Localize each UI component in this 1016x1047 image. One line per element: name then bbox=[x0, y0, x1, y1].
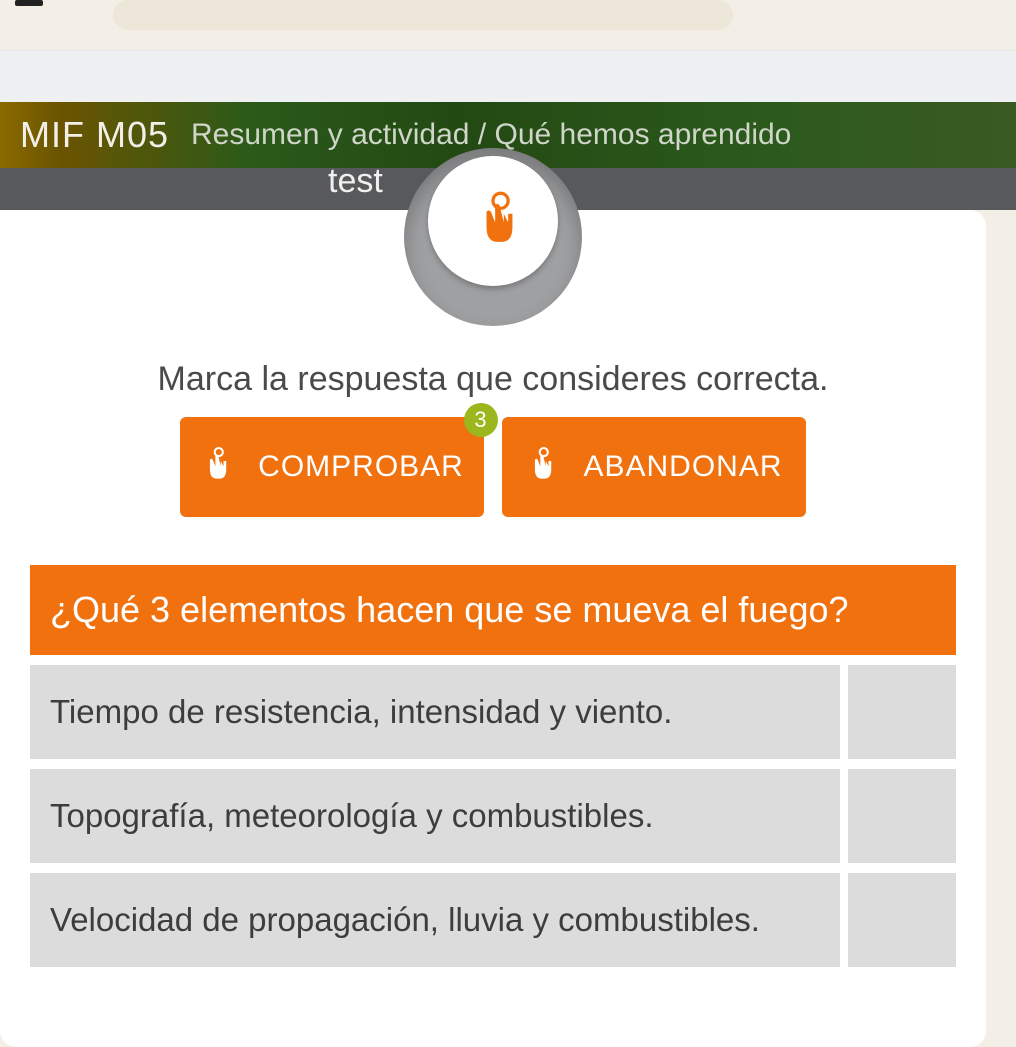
question-prompt: ¿Qué 3 elementos hacen que se mueva el f… bbox=[30, 565, 956, 655]
answer-row[interactable]: Velocidad de propagación, lluvia y combu… bbox=[30, 873, 956, 967]
abandon-button[interactable]: ABANDONAR bbox=[502, 417, 806, 517]
answer-row[interactable]: Tiempo de resistencia, intensidad y vien… bbox=[30, 665, 956, 759]
answer-text: Topografía, meteorología y combustibles. bbox=[30, 769, 840, 863]
answer-row[interactable]: Topografía, meteorología y combustibles. bbox=[30, 769, 956, 863]
activity-badge-ring bbox=[404, 148, 582, 326]
secondary-bar bbox=[0, 50, 1016, 102]
search-pill[interactable] bbox=[113, 0, 733, 30]
attempts-badge: 3 bbox=[464, 403, 498, 437]
tap-icon bbox=[471, 190, 515, 253]
answer-check-cell[interactable] bbox=[848, 769, 956, 863]
answer-check-cell[interactable] bbox=[848, 665, 956, 759]
abandon-button-label: ABANDONAR bbox=[583, 450, 782, 484]
answer-check-cell[interactable] bbox=[848, 873, 956, 967]
page-subtitle: test bbox=[328, 162, 383, 201]
action-button-row: COMPROBAR 3 ABANDONAR bbox=[0, 417, 986, 517]
answer-text: Tiempo de resistencia, intensidad y vien… bbox=[30, 665, 840, 759]
tap-icon bbox=[200, 446, 228, 488]
tap-icon bbox=[525, 446, 553, 488]
course-code: MIF M05 bbox=[20, 114, 169, 156]
menu-icon[interactable] bbox=[15, 0, 43, 6]
quiz-card: Marca la respuesta que consideres correc… bbox=[0, 210, 986, 1047]
question-block: ¿Qué 3 elementos hacen que se mueva el f… bbox=[30, 565, 956, 967]
top-app-bar bbox=[0, 0, 1016, 50]
subtitle-bar: test Marca la respuesta que consideres c… bbox=[0, 168, 1016, 210]
check-button-label: COMPROBAR bbox=[258, 450, 464, 484]
check-button[interactable]: COMPROBAR 3 bbox=[180, 417, 484, 517]
answer-text: Velocidad de propagación, lluvia y combu… bbox=[30, 873, 840, 967]
breadcrumb[interactable]: Resumen y actividad / Qué hemos aprendid… bbox=[191, 118, 791, 152]
activity-badge bbox=[428, 156, 558, 286]
